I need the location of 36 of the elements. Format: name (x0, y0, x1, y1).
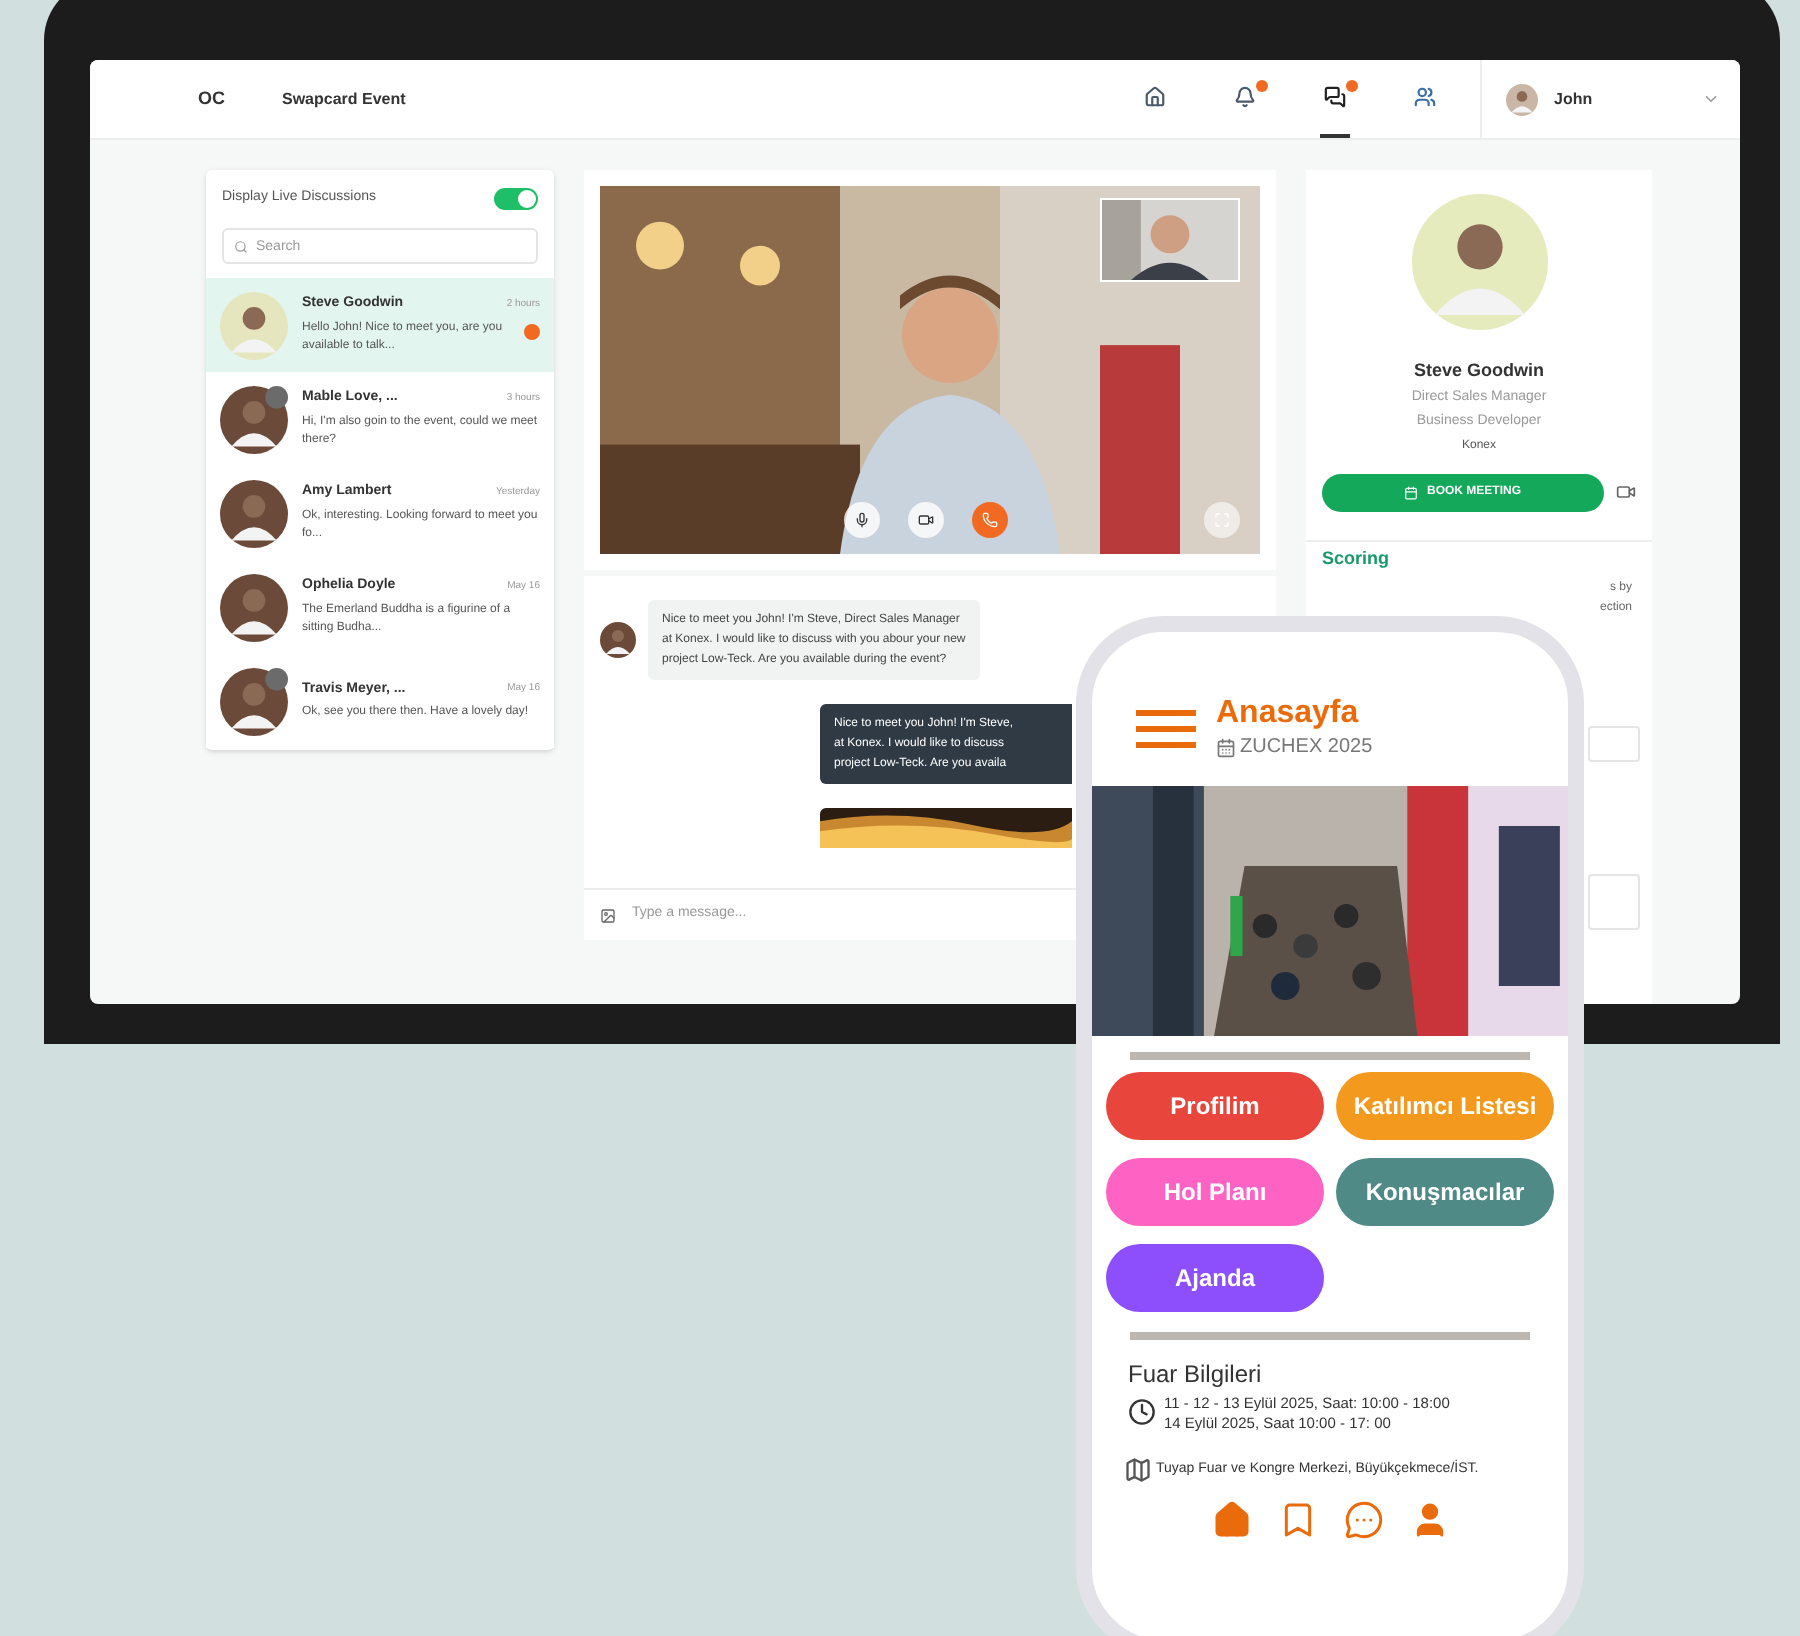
event-name: ZUCHEX 2025 (1240, 734, 1373, 762)
avatar (220, 479, 288, 547)
home-icon[interactable] (1211, 1500, 1251, 1540)
form-field[interactable] (1588, 874, 1640, 930)
avatar (1411, 194, 1547, 330)
map-icon (1124, 1456, 1152, 1484)
menu-tile[interactable]: Profilim (1106, 1072, 1324, 1140)
menu-tile[interactable]: Konuşmacılar (1336, 1158, 1554, 1226)
home-icon[interactable] (1144, 86, 1166, 108)
menu-tile[interactable]: Ajanda (1106, 1244, 1324, 1312)
avatar (600, 622, 636, 658)
clock-icon (1128, 1398, 1156, 1426)
app-title: Swapcard Event (282, 87, 406, 111)
avatar (1506, 83, 1538, 115)
logo[interactable]: OC (198, 85, 258, 113)
video-call-icon[interactable] (1616, 482, 1636, 502)
calendar-icon (1404, 485, 1419, 499)
menu-icon[interactable] (1136, 710, 1196, 748)
chat-icon[interactable] (1324, 86, 1346, 108)
search-icon (234, 240, 248, 254)
profile-name: Steve Goodwin (1413, 358, 1544, 384)
bell-icon[interactable] (1234, 86, 1256, 108)
info-title: Fuar Bilgileri (1128, 1358, 1264, 1392)
chevron-down-icon[interactable] (1702, 90, 1720, 108)
avatar (220, 291, 288, 359)
section-title: Scoring (1322, 545, 1390, 572)
form-field[interactable] (1588, 726, 1640, 762)
people-icon[interactable] (1414, 86, 1436, 108)
image-icon[interactable] (600, 907, 616, 923)
avatar (220, 573, 288, 641)
page-title: Anasayfa (1216, 696, 1361, 732)
group-avatar (220, 667, 288, 735)
calendar-icon (1216, 737, 1236, 757)
group-avatar (220, 385, 288, 453)
user-name[interactable]: John (1554, 87, 1593, 111)
toggle-switch[interactable] (494, 188, 538, 210)
